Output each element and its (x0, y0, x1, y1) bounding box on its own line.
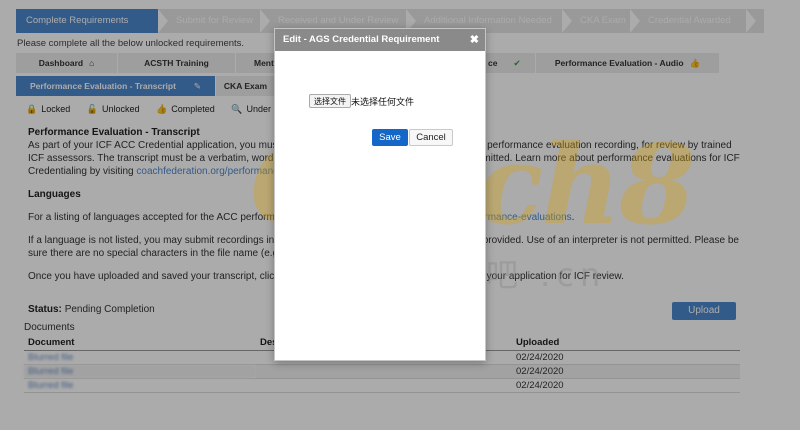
dialog-title: Edit - AGS Credential Requirement (283, 34, 440, 45)
edit-requirement-dialog: Edit - AGS Credential Requirement ✖ 选择文件… (274, 28, 486, 361)
choose-file-button[interactable]: 选择文件 (309, 94, 351, 108)
cancel-button[interactable]: Cancel (409, 129, 453, 146)
dialog-header: Edit - AGS Credential Requirement ✖ (275, 29, 485, 51)
file-status-text: 未选择任何文件 (351, 97, 415, 107)
save-button[interactable]: Save (372, 129, 408, 146)
close-icon[interactable]: ✖ (470, 29, 479, 51)
